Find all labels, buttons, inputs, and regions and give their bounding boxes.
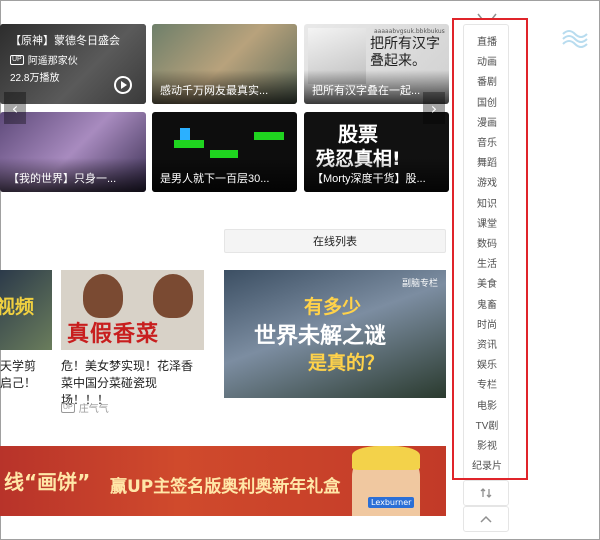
thumbnail-title-line: 是真的？ — [308, 352, 385, 374]
thumbnail-title-line: 世界未解之谜 — [254, 324, 387, 349]
article-thumbnail[interactable]: 副脑专栏 有多少 世界未解之谜 是真的？ — [224, 270, 446, 398]
view-count: 22.8万播放 — [10, 73, 60, 84]
chevron-right-icon: › — [430, 98, 438, 118]
video-caption[interactable]: 天学剪 启己！ — [0, 358, 52, 392]
banner-person-hair — [352, 446, 420, 470]
video-caption: 是男人就下一百层30... — [160, 173, 270, 185]
video-thumbnail[interactable]: 真假香菜 — [61, 270, 204, 350]
video-caption: 【Morty深度干货】股... — [312, 173, 426, 185]
thumbnail-title-text: 真假香菜 — [67, 322, 160, 347]
caption-line: 天学剪 — [0, 359, 37, 373]
thumbnail-title-text: 股票 — [338, 122, 378, 146]
caption-line: 启己！ — [0, 376, 37, 390]
sort-icon — [480, 488, 492, 498]
carousel-next-button[interactable]: › — [423, 92, 445, 124]
video-caption: 【我的世界】只身一... — [8, 173, 117, 185]
promo-banner[interactable]: 线“画饼” 赢UP主签名版奥利奥新年礼盒 Lexburner — [0, 446, 446, 516]
person-figure — [153, 274, 193, 318]
play-later-icon[interactable] — [114, 76, 132, 94]
chevron-left-icon: ‹ — [11, 98, 19, 118]
video-card[interactable]: 股票 残忍真相! 【Morty深度干货】股... — [304, 112, 449, 192]
online-list-button[interactable]: 在线列表 — [224, 229, 446, 253]
thumbnail-title-line: 有多少 — [304, 296, 362, 318]
thumbnail-small-text: aaaaabvgsuk.bbkbukus — [374, 28, 445, 35]
thumbnail-title-text: 视频 — [0, 296, 35, 318]
video-card[interactable]: 【我的世界】只身一... — [0, 112, 146, 192]
video-caption: 感动千万网友最真实... — [160, 85, 269, 97]
video-title: 【原神】蒙德冬日盛会 — [10, 35, 120, 47]
uploader-name: 阿遥那家伙 — [27, 56, 78, 67]
banner-person-tag: Lexburner — [368, 497, 415, 508]
uploader[interactable]: UP 庄气气 — [61, 400, 109, 415]
video-card[interactable]: 感动千万网友最真实... — [152, 24, 297, 104]
uploader-name: 庄气气 — [78, 404, 109, 415]
wave-logo-icon[interactable] — [560, 26, 590, 50]
highlight-box — [452, 18, 528, 480]
column-tag: 副脑专栏 — [401, 279, 438, 289]
sort-button[interactable] — [463, 480, 509, 506]
video-card[interactable]: 是男人就下一百层30... — [152, 112, 297, 192]
banner-main-text: 赢UP主签名版奥利奥新年礼盒 — [110, 477, 341, 497]
video-thumbnail[interactable]: 视频 — [0, 270, 52, 350]
banner-left-text: 线“画饼” — [4, 470, 91, 494]
back-to-top-icon — [480, 515, 492, 523]
person-figure — [83, 274, 123, 318]
carousel-prev-button[interactable]: ‹ — [4, 92, 26, 124]
thumbnail-title-text: 把所有汉字叠起来。 — [370, 36, 440, 69]
up-badge: UP — [10, 54, 24, 65]
up-badge: UP — [61, 402, 75, 413]
uploader[interactable]: UP 阿遥那家伙 — [10, 52, 78, 67]
back-to-top-button[interactable] — [463, 506, 509, 532]
